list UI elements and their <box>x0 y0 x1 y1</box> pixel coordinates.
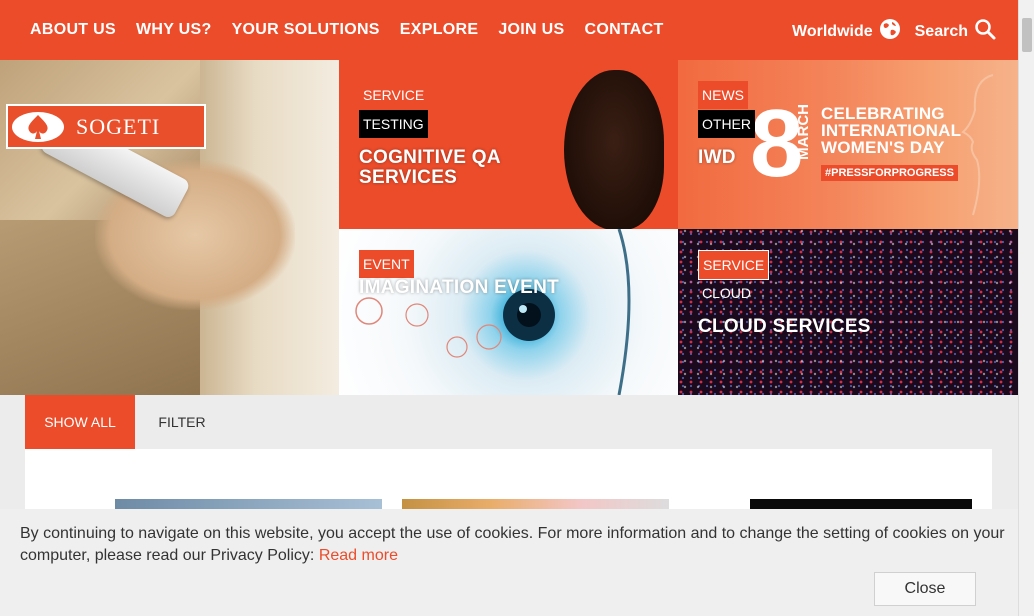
iwd-line: INTERNATIONAL <box>821 121 962 140</box>
filter-bar: SHOW ALL FILTER <box>25 395 229 449</box>
iwd-hashtag: #PRESSFORPROGRESS <box>821 165 958 181</box>
show-all-button[interactable]: SHOW ALL <box>25 395 135 449</box>
spade-logo-icon <box>8 107 68 147</box>
tile-title: IMAGINATION EVENT <box>359 277 560 298</box>
vertical-scrollbar[interactable] <box>1018 0 1034 616</box>
search-label: Search <box>914 22 968 40</box>
read-more-link[interactable]: Read more <box>319 547 398 564</box>
cookie-message: By continuing to navigate on this websit… <box>20 523 1010 567</box>
iwd-headline: CELEBRATING INTERNATIONAL WOMEN'S DAY <box>821 105 961 156</box>
tile-iwd[interactable]: 8 MARCH CELEBRATING INTERNATIONAL WOMEN'… <box>678 60 1018 229</box>
iwd-line: CELEBRATING <box>821 104 945 123</box>
cookie-banner: By continuing to navigate on this websit… <box>0 509 1018 616</box>
tag-service[interactable]: SERVICE <box>359 81 428 109</box>
tag-service[interactable]: SERVICE <box>698 250 770 280</box>
tile-imagination-event[interactable]: EVENT IMAGINATION EVENT <box>339 229 678 395</box>
nav-item-contact[interactable]: CONTACT <box>584 21 663 39</box>
nav-item-explore[interactable]: EXPLORE <box>400 21 479 39</box>
search-icon <box>974 18 996 45</box>
portrait-image <box>564 70 664 229</box>
nav-item-your-solutions[interactable]: YOUR SOLUTIONS <box>232 21 380 39</box>
tag-news[interactable]: NEWS <box>698 81 748 109</box>
close-button[interactable]: Close <box>874 572 976 606</box>
tag-cloud[interactable]: CLOUD <box>698 279 755 307</box>
top-navigation: ABOUT US WHY US? YOUR SOLUTIONS EXPLORE … <box>0 0 1018 60</box>
tile-cognitive-qa[interactable]: SERVICE TESTING COGNITIVE QA SERVICES <box>339 60 678 229</box>
filter-button[interactable]: FILTER <box>135 395 229 449</box>
page: ABOUT US WHY US? YOUR SOLUTIONS EXPLORE … <box>0 0 1034 616</box>
globe-icon <box>879 18 901 45</box>
nav-item-join-us[interactable]: JOIN US <box>498 21 564 39</box>
iwd-month: MARCH <box>795 104 812 160</box>
hero-image-phone: SOGETI <box>0 60 339 395</box>
tile-title: CLOUD SERVICES <box>698 316 871 337</box>
tile-title-line: COGNITIVE QA <box>359 147 501 168</box>
iwd-line: WOMEN'S DAY <box>821 138 945 157</box>
nav-menu: ABOUT US WHY US? YOUR SOLUTIONS EXPLORE … <box>30 21 684 39</box>
worldwide-label: Worldwide <box>792 22 873 40</box>
nav-utilities: Worldwide Search <box>778 18 996 45</box>
tag-testing[interactable]: TESTING <box>359 110 428 138</box>
logo-text: SOGETI <box>76 113 161 139</box>
worldwide-selector[interactable]: Worldwide <box>792 18 901 45</box>
nav-item-about-us[interactable]: ABOUT US <box>30 21 116 39</box>
tile-title: IWD <box>698 147 736 168</box>
woman-silhouette-icon <box>961 74 994 216</box>
cookie-text: By continuing to navigate on this websit… <box>20 525 1005 564</box>
hero-mosaic: SOGETI SERVICE TESTING COGNITIVE QA SERV… <box>0 60 1018 395</box>
nav-item-why-us[interactable]: WHY US? <box>136 21 212 39</box>
tag-event[interactable]: EVENT <box>359 250 414 278</box>
tile-cloud-services[interactable]: SERVICE CLOUD CLOUD SERVICES <box>678 229 1018 395</box>
scrollbar-thumb[interactable] <box>1022 18 1032 52</box>
tile-title-line: SERVICES <box>359 167 458 188</box>
search-toggle[interactable]: Search <box>915 18 996 45</box>
tile-title: COGNITIVE QA SERVICES <box>359 148 501 188</box>
tag-other[interactable]: OTHER <box>698 110 755 138</box>
sogeti-logo[interactable]: SOGETI <box>6 104 206 149</box>
